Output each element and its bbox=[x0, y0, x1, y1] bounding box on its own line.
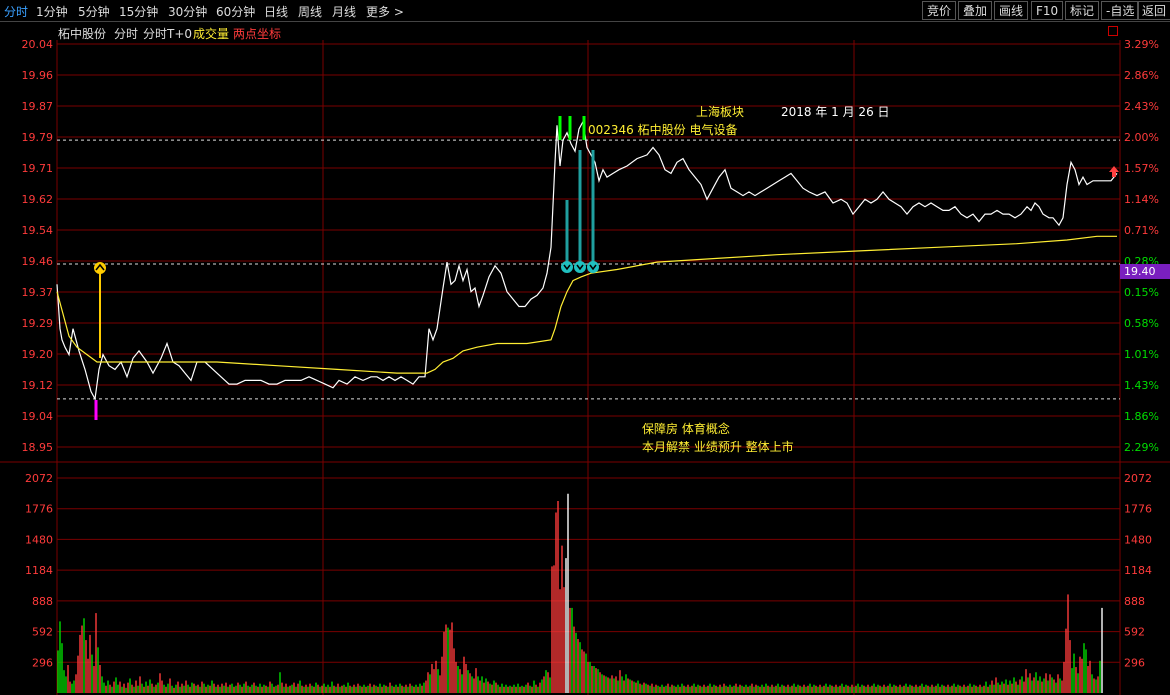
volume-tick-label: 592 bbox=[32, 626, 53, 639]
sector-annotation: 上海板块 bbox=[696, 105, 745, 119]
price-tick-label: 19.04 bbox=[22, 410, 54, 423]
pct-tick-label: 0.58% bbox=[1124, 317, 1159, 330]
concept-annotation: 保障房 体育概念 bbox=[642, 422, 730, 436]
pct-tick-label: 1.57% bbox=[1124, 162, 1159, 175]
volume-tick-label-right: 1184 bbox=[1124, 564, 1152, 577]
intraday-chart: 20.04 3.29% 19.96 2.86% 19.87 2.43% 19.79 2.00%… bbox=[0, 38, 1170, 695]
price-tick-label: 19.54 bbox=[22, 224, 54, 237]
price-tick-label: 19.62 bbox=[22, 193, 54, 206]
price-tick-label: 20.04 bbox=[22, 38, 54, 51]
sell-signal-icon bbox=[561, 261, 573, 273]
current-price-label: 19.40 bbox=[1124, 265, 1156, 278]
pct-tick-label: 2.86% bbox=[1124, 69, 1159, 82]
price-tick-label: 19.87 bbox=[22, 100, 54, 113]
pct-tick-label: 1.86% bbox=[1124, 410, 1159, 423]
price-tick-label: 19.12 bbox=[22, 379, 54, 392]
price-tick-label: 19.71 bbox=[22, 162, 54, 175]
sell-signal-icon bbox=[574, 261, 586, 273]
volume-tick-label: 1184 bbox=[25, 564, 53, 577]
code-annotation: 002346 柘中股份 电气设备 bbox=[588, 123, 738, 137]
volume-tick-label: 2072 bbox=[25, 472, 53, 485]
volume-tick-label: 1776 bbox=[25, 503, 53, 516]
price-tick-label: 19.79 bbox=[22, 131, 54, 144]
volume-bars bbox=[57, 493, 1103, 693]
pct-tick-label: 2.29% bbox=[1124, 441, 1159, 454]
price-tick-label: 19.37 bbox=[22, 286, 54, 299]
pct-tick-label: 2.00% bbox=[1124, 131, 1159, 144]
pct-tick-label: 0.15% bbox=[1124, 286, 1159, 299]
volume-tick-label: 888 bbox=[32, 595, 53, 608]
pct-tick-label: 3.29% bbox=[1124, 38, 1159, 51]
volume-tick-label: 1480 bbox=[25, 533, 53, 546]
volume-tick-label-right: 1776 bbox=[1124, 503, 1152, 516]
price-tick-label: 19.96 bbox=[22, 69, 54, 82]
price-line bbox=[56, 119, 1118, 401]
pct-tick-label: 0.71% bbox=[1124, 224, 1159, 237]
pct-tick-label: 1.43% bbox=[1124, 379, 1159, 392]
event-annotation: 本月解禁 业绩预升 整体上市 bbox=[642, 440, 794, 454]
average-price-line bbox=[56, 235, 1117, 374]
price-lines bbox=[56, 119, 1118, 401]
price-tick-label: 19.20 bbox=[22, 348, 54, 361]
pct-tick-label: 1.14% bbox=[1124, 193, 1159, 206]
volume-tick-label: 296 bbox=[32, 656, 53, 669]
date-annotation: 2018 年 1 月 26 日 bbox=[781, 105, 890, 119]
price-tick-label: 19.46 bbox=[22, 255, 54, 268]
volume-tick-label-right: 2072 bbox=[1124, 472, 1152, 485]
pct-tick-label: 2.43% bbox=[1124, 100, 1159, 113]
volume-tick-label-right: 296 bbox=[1124, 656, 1145, 669]
price-tick-label: 19.29 bbox=[22, 317, 54, 330]
sell-signal-icon bbox=[587, 261, 599, 273]
volume-tick-label-right: 592 bbox=[1124, 626, 1145, 639]
volume-tick-label-right: 888 bbox=[1124, 595, 1145, 608]
pct-tick-label: 1.01% bbox=[1124, 348, 1159, 361]
volume-tick-label-right: 1480 bbox=[1124, 533, 1152, 546]
price-tick-label: 18.95 bbox=[22, 441, 54, 454]
